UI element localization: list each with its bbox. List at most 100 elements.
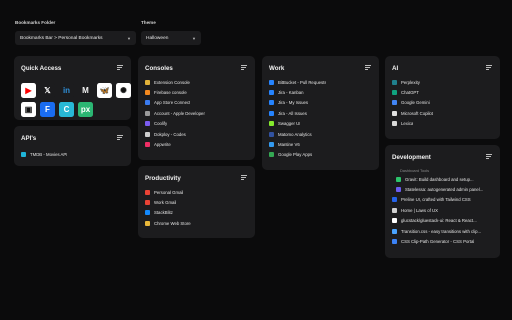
work-title: Work — [269, 65, 285, 72]
gmail-icon — [145, 200, 150, 206]
development-list: Dashboard Tools Gravit: Build dashboard … — [392, 166, 494, 247]
youtube-icon[interactable]: ▶ — [21, 83, 36, 98]
apis-title: API's — [21, 135, 37, 142]
swagger-icon — [269, 121, 274, 127]
framer-icon[interactable]: F — [40, 102, 55, 117]
bookmark-label: Jira - My Issues — [278, 100, 309, 106]
tmdb-icon — [21, 151, 26, 157]
bookmark-item[interactable]: Appwrite — [145, 139, 249, 149]
bookmark-label: Matomo Analytics — [278, 131, 312, 137]
bookmark-label: Appwrite — [154, 142, 171, 148]
bookmark-item[interactable]: Coolify — [145, 119, 249, 129]
bookmark-label: Microsoft Copilot — [401, 110, 433, 116]
appwrite-icon — [145, 142, 150, 148]
sort-icon[interactable] — [117, 135, 123, 140]
bookmark-item[interactable]: Dokploy - Codes — [145, 129, 249, 139]
bookmark-label: glucstack/gluestack-ui: React & React... — [401, 218, 477, 224]
appstore-icon — [145, 100, 150, 106]
bookmark-label: Jira - Kanban — [278, 90, 304, 96]
bookmark-label: Jira - All Issues — [278, 110, 307, 116]
bookmark-item[interactable]: Swagger UI — [269, 119, 373, 129]
bluesky-icon[interactable]: 🦋 — [97, 83, 112, 98]
bookmark-item[interactable]: Matomo Analytics — [269, 129, 373, 139]
dashboard-tools-list: Gravit: Build dashboard and setup... Stat… — [392, 174, 494, 195]
bookmark-item[interactable]: Lexica — [392, 119, 494, 129]
x-icon[interactable]: 𝕏 — [40, 83, 55, 98]
bookmark-item[interactable]: Perplexity — [392, 77, 494, 87]
bookmark-item[interactable]: Jira - Kanban — [269, 87, 373, 97]
firebase-icon — [145, 90, 150, 96]
work-card: Work BitBucket - Pull Requests Jira - Kan… — [262, 56, 379, 170]
bookmark-item[interactable]: Firebase console — [145, 87, 249, 97]
bookmark-label: App Store Connect — [154, 100, 191, 106]
bookmark-item[interactable]: Chrome Web Store — [145, 218, 249, 228]
chatgpt-icon — [392, 90, 397, 96]
sort-icon[interactable] — [117, 65, 123, 70]
bookmark-label: Firebase console — [154, 90, 187, 96]
bookmark-item[interactable]: Gravit: Build dashboard and setup... — [392, 174, 494, 184]
bookmarks-folder-select[interactable]: Bookmarks Bar > Personal Bookmarks ▼ — [15, 31, 136, 45]
bookmark-item[interactable]: Jira - All Issues — [269, 108, 373, 118]
ai-list: Perplexity ChatGPT Google Gemini Microsoft … — [392, 77, 494, 129]
bitbucket-icon — [269, 79, 274, 85]
canva-icon[interactable]: C — [59, 102, 74, 117]
theme-select[interactable]: Halloween ▼ — [141, 31, 201, 45]
linkedin-icon[interactable]: in — [59, 83, 74, 98]
transition-icon — [392, 228, 397, 234]
bookmark-item[interactable]: Statelessa: autogenerated admin panel... — [392, 184, 494, 194]
pixel-icon[interactable]: px — [78, 102, 93, 117]
bookmark-label: Preline UI, crafted with Tailwind CSS — [401, 197, 471, 203]
work-list: BitBucket - Pull Requests Jira - Kanban Ji… — [269, 77, 373, 160]
gravit-icon — [396, 176, 401, 182]
bookmark-item[interactable]: CSS Clip-Path Generator - CSS Portal — [392, 236, 494, 246]
jira-icon — [269, 110, 274, 116]
bookmark-item[interactable]: glucstack/gluestack-ui: React & React... — [392, 216, 494, 226]
productivity-title: Productivity — [145, 175, 181, 182]
gmail-icon[interactable]: M — [78, 83, 93, 98]
bookmark-label: Transition.css - easy transitions with c… — [401, 228, 482, 234]
bookmark-item[interactable]: Home | Laws of UX — [392, 205, 494, 215]
ai-card: AI Perplexity ChatGPT Google Gemini Microso… — [385, 56, 500, 139]
github-icon — [392, 218, 397, 224]
consoles-card: Consoles Extension Console Firebase conso… — [138, 56, 255, 160]
folder-label-dashboard-tools[interactable]: Dashboard Tools — [392, 166, 494, 174]
apple-icon — [145, 110, 150, 116]
coolify-icon — [145, 121, 150, 127]
bookmark-label: Google Gemini — [401, 100, 430, 106]
bookmark-label: Personal Gmail — [154, 189, 184, 195]
bookmark-item[interactable]: BitBucket - Pull Requests — [269, 77, 373, 87]
notion-icon[interactable]: ▣ — [21, 102, 36, 117]
bookmark-item[interactable]: Google Gemini — [392, 98, 494, 108]
bookmarks-folder-label: Bookmarks Folder — [15, 20, 56, 25]
bookmark-item[interactable]: Google Play Apps — [269, 150, 373, 160]
openai-icon[interactable]: ✺ — [116, 83, 131, 98]
bookmark-label: Account - Apple Developer — [154, 110, 205, 116]
sort-icon[interactable] — [241, 65, 247, 70]
bookmark-item[interactable]: StackBlitz — [145, 208, 249, 218]
bookmark-item[interactable]: App Store Connect — [145, 98, 249, 108]
quick-access-card: Quick Access ▶ 𝕏in M 🦋 ✺ ▣ F Cpx — [14, 56, 131, 120]
bookmark-item[interactable]: ChatGPT — [392, 87, 494, 97]
bookmark-item[interactable]: Transition.css - easy transitions with c… — [392, 226, 494, 236]
consoles-list: Extension Console Firebase console App Sto… — [145, 77, 249, 150]
google-play-icon — [269, 152, 274, 158]
bookmark-item[interactable]: Work Gmail — [145, 197, 249, 207]
mantine-icon — [269, 142, 274, 148]
sort-icon[interactable] — [486, 65, 492, 70]
sort-icon[interactable] — [241, 175, 247, 180]
bookmark-label: Statelessa: autogenerated admin panel... — [405, 187, 484, 193]
bookmark-item[interactable]: TMDB - Movies API — [21, 149, 125, 159]
sort-icon[interactable] — [365, 65, 371, 70]
jira-icon — [269, 90, 274, 96]
bookmark-label: Chrome Web Store — [154, 220, 191, 226]
bookmark-item[interactable]: Preline UI, crafted with Tailwind CSS — [392, 195, 494, 205]
bookmark-item[interactable]: Jira - My Issues — [269, 98, 373, 108]
bookmark-item[interactable]: Mantine V6 — [269, 139, 373, 149]
bookmark-label: CSS Clip-Path Generator - CSS Portal — [401, 239, 475, 245]
sort-icon[interactable] — [486, 154, 492, 159]
bookmark-label: Coolify — [154, 121, 168, 127]
bookmark-item[interactable]: Microsoft Copilot — [392, 108, 494, 118]
bookmark-item[interactable]: Personal Gmail — [145, 187, 249, 197]
bookmark-item[interactable]: Extension Console — [145, 77, 249, 87]
bookmark-item[interactable]: Account - Apple Developer — [145, 108, 249, 118]
